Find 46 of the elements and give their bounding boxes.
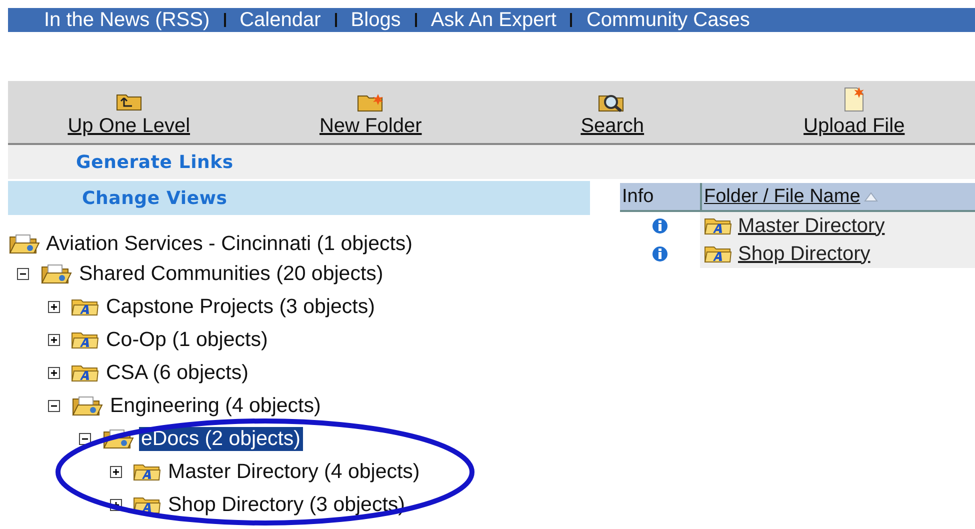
column-header: Info xyxy=(620,183,702,210)
info-icon[interactable] xyxy=(652,218,668,234)
lettered-folder-icon xyxy=(71,296,99,316)
collapse-icon[interactable] xyxy=(79,432,91,444)
lettered-folder-icon xyxy=(71,330,99,350)
toolbar-link[interactable]: New Folder xyxy=(319,115,422,138)
lettered-folder-icon xyxy=(71,362,99,382)
action-row[interactable]: Change Views xyxy=(8,181,590,215)
info-icon[interactable] xyxy=(652,246,668,262)
folder-magnifier-icon xyxy=(598,92,626,112)
open-folder-icon xyxy=(8,232,40,254)
lettered-folder-icon xyxy=(704,216,732,236)
toolbar-link[interactable]: Search xyxy=(580,115,644,138)
nav-link[interactable]: Blogs xyxy=(350,8,401,32)
tree-item[interactable]: Shared Communities (20 objects) xyxy=(77,262,386,286)
open-folder-icon xyxy=(40,262,72,284)
column-header[interactable]: Folder / File Name xyxy=(702,183,878,210)
open-folder-icon xyxy=(71,394,103,416)
folder-up-arrow-icon xyxy=(116,92,142,112)
folder-star-icon xyxy=(356,92,385,112)
expand-icon[interactable] xyxy=(110,466,122,478)
lettered-folder-icon xyxy=(133,462,161,482)
tree-item[interactable]: eDocs (2 objects) xyxy=(139,426,303,450)
collapse-icon[interactable] xyxy=(48,400,60,412)
tree-item[interactable]: Shop Directory (3 objects) xyxy=(166,492,407,516)
nav-link[interactable]: Calendar xyxy=(240,8,321,32)
toolbar-link[interactable]: Up One Level xyxy=(68,115,190,138)
lettered-folder-icon xyxy=(133,494,161,514)
document-star-icon xyxy=(842,86,866,112)
expand-icon[interactable] xyxy=(48,300,60,312)
expand-icon[interactable] xyxy=(48,366,60,378)
action-row[interactable]: Generate Links xyxy=(8,145,975,179)
tree-item[interactable]: Capstone Projects (3 objects) xyxy=(104,294,377,318)
open-folder-icon xyxy=(102,428,134,450)
tree-item[interactable]: Aviation Services - Cincinnati (1 objects) xyxy=(44,232,414,256)
toolbar-link[interactable]: Upload File xyxy=(804,115,905,138)
nav-link[interactable]: Ask An Expert xyxy=(430,8,556,32)
tree-item[interactable]: Co-Op (1 objects) xyxy=(104,328,270,352)
tree-item[interactable]: CSA (6 objects) xyxy=(104,360,250,384)
tree-item[interactable]: Master Directory (4 objects) xyxy=(166,460,422,484)
nav-link[interactable]: In the News (RSS) xyxy=(44,8,210,32)
collapse-icon[interactable] xyxy=(17,268,29,280)
tree-item[interactable]: Engineering (4 objects) xyxy=(108,394,323,418)
lettered-folder-icon xyxy=(704,244,732,264)
expand-icon[interactable] xyxy=(48,334,60,346)
nav-link[interactable]: Community Cases xyxy=(586,8,750,32)
